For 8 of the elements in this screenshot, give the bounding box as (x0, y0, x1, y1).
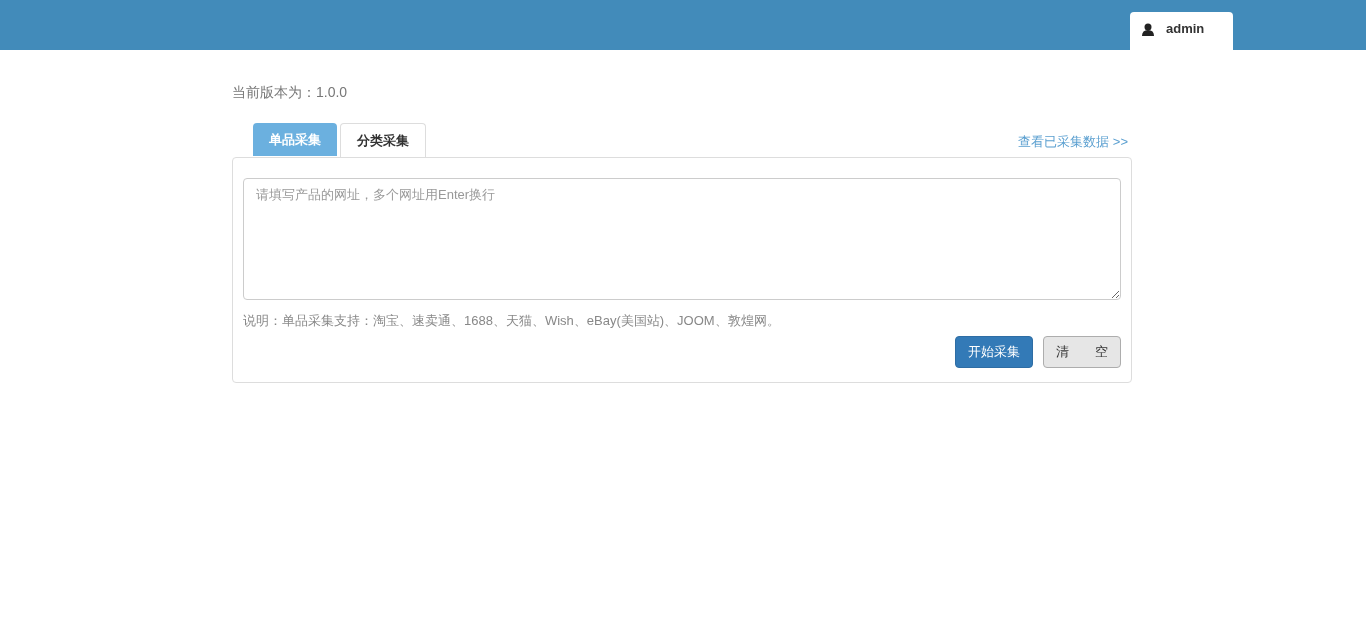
username[interactable]: admin (1166, 19, 1205, 39)
tab[interactable]: 分类采集 (340, 123, 426, 157)
clear-button[interactable]: 清 空 (1043, 335, 1121, 368)
support-note: 说明：单品采集支持：淘宝、速卖通、1688、天猫、Wish、eBay(美国站)、JOOM、敦煌网。 (243, 312, 781, 330)
start-button[interactable]: 开始采集 (955, 335, 1033, 368)
user-icon (1142, 22, 1154, 36)
url-input-field[interactable]: 请填写产品的网址，多个网址用Enter换行 (243, 178, 1121, 300)
version-text: 当前版本为：1.0.0 (232, 83, 349, 102)
